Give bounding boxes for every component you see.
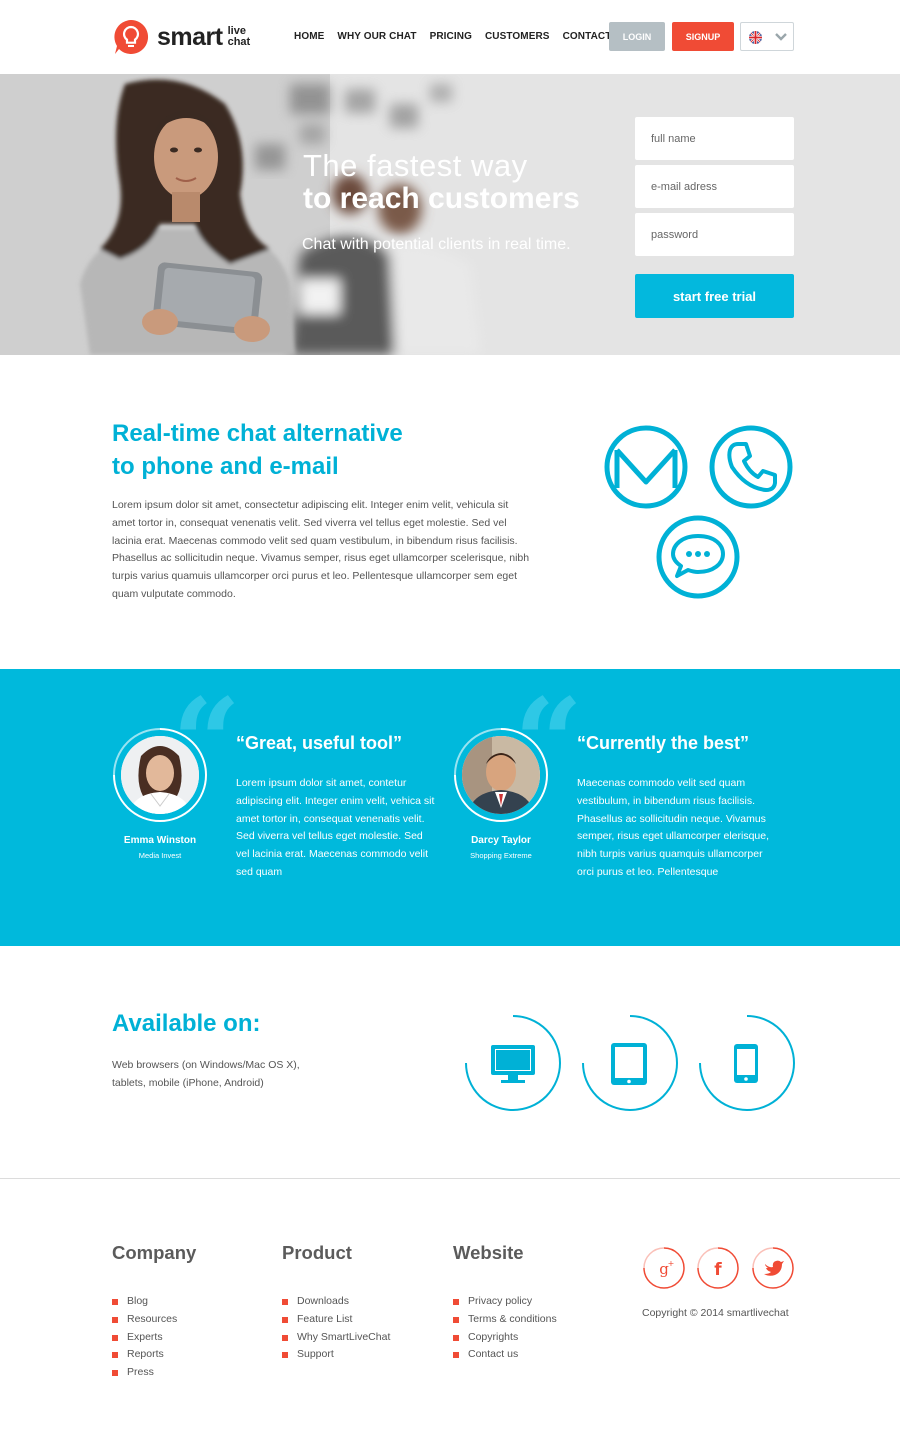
nav-pricing[interactable]: PRICING	[430, 31, 472, 42]
start-free-trial-button[interactable]: start free trial	[635, 274, 794, 318]
mobile-icon	[697, 1013, 797, 1113]
footer-heading: Product	[282, 1242, 352, 1263]
hero-title-line2: to reach customers	[303, 182, 580, 215]
testimonials-section: “ Emma Winston Media Invest “Great, usef…	[0, 669, 900, 946]
svg-text:f: f	[714, 1260, 722, 1280]
footer-link[interactable]: Why SmartLiveChat	[282, 1329, 390, 1347]
available-title: Available on:	[112, 1010, 261, 1037]
email-input[interactable]	[635, 165, 794, 208]
nav-contact[interactable]: CONTACT	[563, 31, 612, 42]
hero-banner: The fastest way to reach customers Chat …	[0, 74, 900, 355]
svg-text:+: +	[668, 1259, 675, 1268]
footer-column-website: Website Privacy policy Terms & condition…	[453, 1242, 557, 1364]
testimonial-role: Shopping Extreme	[470, 851, 532, 860]
footer-link[interactable]: Copyrights	[453, 1329, 557, 1347]
chat-bubble-icon	[655, 514, 741, 605]
footer-link[interactable]: Resources	[112, 1311, 196, 1329]
footer-link[interactable]: Blog	[112, 1293, 196, 1311]
nav-why-our-chat[interactable]: WHY OUR CHAT	[337, 31, 416, 42]
footer-link[interactable]: Privacy policy	[453, 1293, 557, 1311]
footer-link[interactable]: Press	[112, 1364, 196, 1382]
testimonial-name: Darcy Taylor	[471, 835, 531, 846]
testimonial-text: Maecenas commodo velit sed quam vestibul…	[577, 777, 770, 878]
footer-link[interactable]: Reports	[112, 1346, 196, 1364]
nav-home[interactable]: HOME	[294, 31, 324, 42]
full-name-input[interactable]	[635, 117, 794, 160]
testimonial-title: “Great, useful tool”	[236, 733, 403, 753]
footer-link[interactable]: Feature List	[282, 1311, 390, 1329]
hero-subtitle: Chat with potential clients in real time…	[302, 236, 571, 253]
twitter-icon[interactable]	[752, 1247, 794, 1289]
feature-title-line2: to phone and e-mail	[112, 453, 339, 480]
nav-customers[interactable]: CUSTOMERS	[485, 31, 550, 42]
footer-link[interactable]: Contact us	[453, 1346, 557, 1364]
testimonial-role: Media Invest	[138, 851, 182, 860]
footer-heading: Company	[112, 1242, 197, 1263]
language-selector[interactable]	[740, 22, 794, 51]
google-plus-icon[interactable]: g +	[643, 1247, 685, 1289]
login-button[interactable]: LOGIN	[609, 22, 665, 51]
lightbulb-logo-icon	[113, 19, 149, 55]
logo-sub-chat: chat	[227, 36, 251, 48]
footer-link[interactable]: Downloads	[282, 1293, 390, 1311]
footer-link[interactable]: Terms & conditions	[453, 1311, 557, 1329]
copyright-text: Copyright © 2014 smartlivechat	[642, 1307, 789, 1319]
logo-wordmark: smart	[157, 22, 223, 51]
uk-flag-icon	[749, 31, 762, 44]
avatar-emma	[121, 736, 199, 814]
testimonial-text: Lorem ipsum dolor sit amet, contetur adi…	[236, 777, 435, 878]
phone-icon	[708, 424, 794, 515]
avatar-darcy	[462, 736, 540, 814]
feature-title: Real-time chat alternative to phone and …	[112, 417, 512, 483]
logo-subtitle: live chat	[228, 26, 251, 48]
signup-button[interactable]: SIGNUP	[672, 22, 734, 51]
testimonial-title: “Currently the best”	[577, 733, 750, 753]
section-divider	[0, 1178, 900, 1179]
desktop-icon	[463, 1013, 563, 1113]
testimonial-name: Emma Winston	[123, 835, 197, 846]
feature-title-line1: Real-time chat alternative	[112, 420, 403, 447]
feature-text: Lorem ipsum dolor sit amet, consectetur …	[112, 499, 530, 600]
mail-icon	[603, 424, 689, 515]
hero-title-line1: The fastest way	[303, 148, 528, 183]
footer-heading: Website	[453, 1242, 524, 1263]
main-nav: HOME WHY OUR CHAT PRICING CUSTOMERS CONT…	[294, 31, 624, 42]
available-text: Web browsers (on Windows/Mac OS X), tabl…	[112, 1059, 300, 1089]
footer-column-company: Company Blog Resources Experts Reports P…	[112, 1242, 196, 1382]
footer-link[interactable]: Support	[282, 1346, 390, 1364]
tablet-icon	[580, 1013, 680, 1113]
chevron-down-icon	[774, 29, 788, 50]
footer-column-product: Product Downloads Feature List Why Smart…	[282, 1242, 390, 1364]
header: smart live chat HOME WHY OUR CHAT PRICIN…	[0, 0, 900, 74]
footer-link[interactable]: Experts	[112, 1329, 196, 1347]
logo[interactable]: smart live chat	[113, 19, 250, 55]
facebook-icon[interactable]: f	[697, 1247, 739, 1289]
password-input[interactable]	[635, 213, 794, 256]
